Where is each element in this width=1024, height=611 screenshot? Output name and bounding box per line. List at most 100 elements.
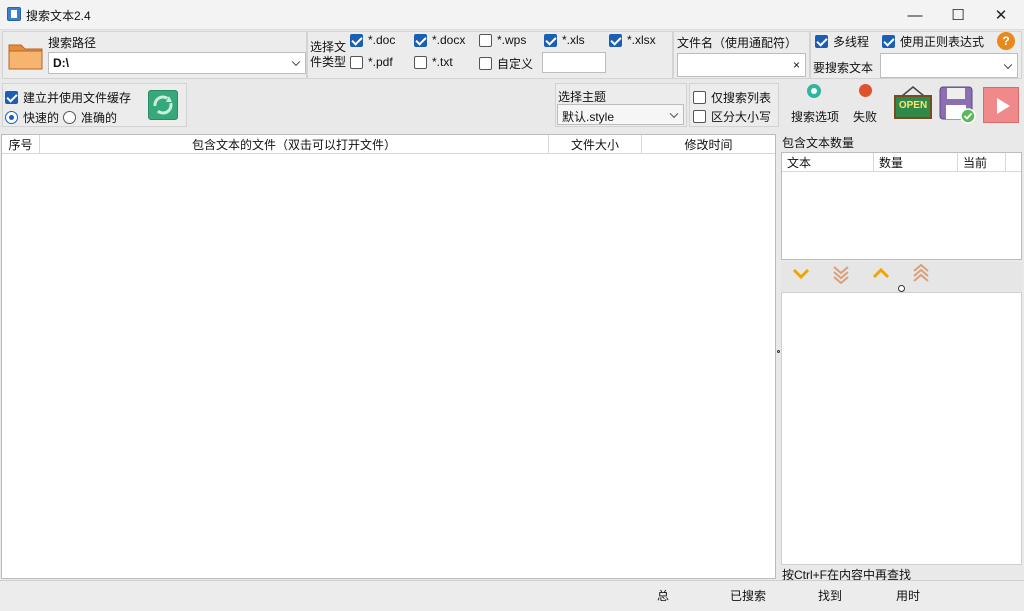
play-icon[interactable]	[983, 87, 1019, 123]
column-header-size[interactable]: 文件大小	[549, 135, 642, 154]
search-text-combo[interactable]	[880, 53, 1018, 78]
column-header-text[interactable]: 文本	[782, 153, 874, 172]
gear-icon	[807, 84, 821, 98]
radio-label: 准确的	[81, 111, 118, 125]
radio-dot	[5, 111, 18, 124]
search-path-combo[interactable]: D:\	[48, 52, 306, 74]
checkbox-case-sensitive[interactable]: 区分大小写	[693, 108, 771, 125]
folder-icon[interactable]	[7, 36, 45, 74]
checkbox-pdf[interactable]: *.pdf	[350, 55, 393, 69]
checkbox-box	[609, 33, 622, 47]
checkbox-label: 使用正则表达式	[900, 35, 985, 49]
checkbox-label: 仅搜索列表	[711, 91, 772, 105]
count-table-header: 文本 数量 当前	[782, 153, 1021, 172]
checkbox-custom[interactable]: 自定义	[479, 55, 533, 72]
fail-button[interactable]: 失败	[848, 82, 882, 124]
maximize-button[interactable]: ☐	[935, 0, 981, 30]
radio-accurate[interactable]: 准确的	[63, 109, 117, 126]
checkbox-docx[interactable]: *.docx	[414, 33, 465, 47]
close-button[interactable]: ✕	[978, 0, 1024, 30]
checkbox-doc[interactable]: *.doc	[350, 33, 395, 47]
window-title: 搜索文本2.4	[26, 9, 91, 23]
checkbox-label: *.docx	[432, 33, 466, 47]
checkbox-label: 自定义	[497, 57, 534, 71]
search-options-button[interactable]: 搜索选项	[788, 82, 840, 124]
radio-dot	[63, 111, 76, 124]
pin-icon	[859, 84, 872, 97]
checkbox-wps[interactable]: *.wps	[479, 33, 526, 47]
theme-value: 默认.style	[562, 110, 615, 124]
splitter-handle[interactable]	[777, 350, 780, 353]
column-header-count[interactable]: 数量	[874, 153, 958, 172]
refresh-cache-icon[interactable]	[148, 90, 178, 120]
first-icon[interactable]	[911, 263, 931, 284]
last-icon[interactable]	[831, 264, 851, 285]
next-icon[interactable]	[791, 264, 811, 284]
checkbox-box	[350, 55, 363, 69]
checkbox-label: 区分大小写	[711, 110, 772, 124]
checkbox-cache[interactable]: 建立并使用文件缓存	[5, 89, 131, 106]
checkbox-multithread[interactable]: 多线程	[815, 33, 869, 50]
column-header-modified[interactable]: 修改时间	[642, 135, 775, 154]
checkbox-label: 多线程	[833, 35, 870, 49]
filename-label: 文件名（使用通配符）	[677, 36, 798, 50]
file-types-label: 选择文件类型	[310, 40, 347, 69]
search-options-label: 搜索选项	[791, 110, 840, 124]
count-table[interactable]: 文本 数量 当前	[781, 152, 1022, 260]
checkbox-box	[5, 91, 18, 104]
status-total: 总	[657, 589, 670, 603]
radio-fast[interactable]: 快速的	[5, 109, 59, 126]
checkbox-box	[350, 33, 363, 47]
clear-icon[interactable]: ×	[793, 58, 800, 72]
checkbox-regex[interactable]: 使用正则表达式	[882, 33, 984, 50]
search-path-value: D:\	[53, 56, 69, 70]
checkbox-box	[882, 35, 895, 48]
chevron-down-icon	[669, 109, 679, 118]
checkbox-box	[693, 110, 706, 123]
search-path-label: 搜索路径	[48, 36, 97, 50]
column-header-index[interactable]: 序号	[2, 135, 40, 154]
previous-icon[interactable]	[871, 264, 891, 284]
checkbox-box	[544, 33, 557, 47]
app-icon	[7, 7, 21, 21]
checkbox-xls[interactable]: *.xls	[544, 33, 585, 47]
checkbox-search-list-only[interactable]: 仅搜索列表	[693, 89, 771, 106]
status-found: 找到	[818, 589, 843, 603]
save-icon[interactable]	[939, 86, 977, 124]
search-text-label: 要搜索文本	[813, 61, 874, 75]
help-icon[interactable]: ?	[997, 32, 1015, 50]
checkbox-xlsx[interactable]: *.xlsx	[609, 33, 656, 47]
custom-type-input[interactable]	[542, 52, 606, 73]
checkbox-box	[479, 57, 492, 70]
filename-input[interactable]: ×	[677, 53, 806, 77]
column-header-current[interactable]: 当前	[958, 153, 1006, 172]
checkbox-label: *.xls	[562, 33, 585, 47]
results-table-header: 序号 包含文本的文件（双击可以打开文件） 文件大小 修改时间	[2, 135, 775, 154]
status-searched: 已搜索	[730, 589, 767, 603]
open-sign-text: OPEN	[898, 100, 928, 111]
open-sign-icon[interactable]: OPEN	[894, 86, 932, 122]
column-header-file[interactable]: 包含文本的文件（双击可以打开文件）	[40, 135, 549, 154]
checkbox-box	[414, 55, 427, 69]
radio-label: 快速的	[23, 111, 60, 125]
minimize-button[interactable]: —	[892, 0, 938, 30]
checkbox-label: 建立并使用文件缓存	[23, 91, 132, 105]
checkbox-label: *.doc	[368, 33, 396, 47]
checkbox-box	[815, 35, 828, 48]
checkbox-box	[479, 33, 492, 47]
count-panel-title: 包含文本数量	[782, 136, 855, 150]
content-preview[interactable]	[781, 292, 1022, 565]
checkbox-label: *.pdf	[368, 55, 393, 69]
checkbox-txt[interactable]: *.txt	[414, 55, 453, 69]
checkbox-label: *.xlsx	[627, 33, 656, 47]
chevron-down-icon	[291, 57, 301, 67]
checkbox-box	[693, 91, 706, 104]
checkbox-label: *.wps	[497, 33, 527, 47]
checkbox-box	[414, 33, 427, 47]
theme-select[interactable]: 默认.style	[557, 104, 684, 125]
splitter-handle[interactable]	[898, 285, 905, 292]
theme-label: 选择主题	[558, 90, 607, 104]
results-table[interactable]: 序号 包含文本的文件（双击可以打开文件） 文件大小 修改时间	[1, 134, 776, 579]
status-elapsed: 用时	[896, 589, 921, 603]
fail-label: 失败	[853, 110, 878, 124]
